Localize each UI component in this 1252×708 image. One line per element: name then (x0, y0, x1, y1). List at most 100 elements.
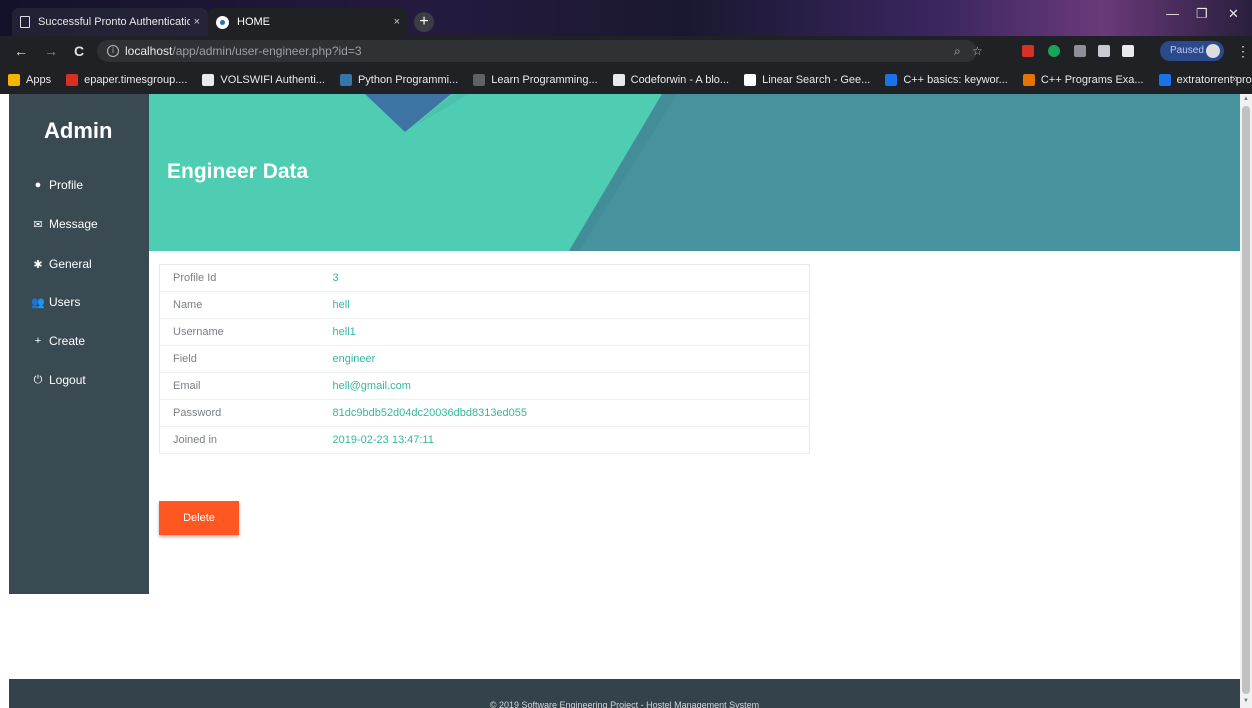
bookmark-favicon-icon (473, 74, 486, 86)
avatar-icon (1206, 44, 1220, 58)
zoom-icon[interactable]: ⌕ (954, 44, 961, 59)
bookmark-item[interactable]: Linear Search - Gee... (744, 74, 870, 86)
bookmark-item[interactable]: Learn Programming... (473, 74, 598, 86)
bookmark-label: Python Programmi... (357, 74, 459, 86)
back-button[interactable]: ← (14, 43, 28, 59)
scroll-down-icon[interactable]: ▼ (1242, 698, 1250, 704)
tab-title: HOME (237, 16, 270, 28)
table-row: Name hell (159, 291, 810, 319)
power-icon: ⏻ (33, 373, 43, 386)
bookmark-favicon-icon (744, 74, 757, 86)
profile-status: Paused (1170, 45, 1204, 56)
info-icon[interactable]: i (107, 45, 119, 57)
browser-tab-home[interactable]: HOME × (208, 8, 408, 36)
browser-tab-strip: Successful Pronto Authentication × HOME … (0, 0, 1252, 36)
page-title: Engineer Data (167, 160, 309, 183)
address-bar[interactable]: i localhost /app/admin/user-engineer.php… (97, 40, 977, 62)
gear-icon: ✱ (33, 258, 43, 271)
field-label: Profile Id (159, 264, 320, 292)
users-icon: 👥 (31, 296, 45, 309)
new-tab-button[interactable]: + (414, 12, 434, 32)
extension-icon[interactable] (1098, 45, 1110, 57)
extension-icon[interactable] (1074, 45, 1086, 57)
page-footer: © 2019 Software Engineering Project - Ho… (9, 679, 1240, 708)
field-label: Username (159, 318, 320, 346)
bookmark-star-icon[interactable]: ☆ (972, 44, 983, 58)
scroll-up-icon[interactable]: ▲ (1242, 96, 1250, 102)
bookmark-item[interactable]: VOLSWIFI Authenti... (202, 74, 325, 86)
extension-icon[interactable] (1122, 45, 1134, 57)
scrollbar-thumb[interactable] (1242, 106, 1250, 694)
field-value: hell (319, 291, 810, 319)
table-row: Username hell1 (159, 318, 810, 346)
close-window-button[interactable]: ✕ (1228, 6, 1239, 22)
sidebar-item-general[interactable]: ✱ General (31, 257, 92, 271)
bookmark-label: Linear Search - Gee... (762, 74, 871, 86)
bookmark-label: epaper.timesgroup.... (84, 74, 188, 86)
browser-tab-pronto[interactable]: Successful Pronto Authentication × (12, 8, 208, 36)
field-value: 81dc9bdb52d04dc20036dbd8313ed055 (319, 399, 810, 427)
bookmark-favicon-icon (202, 74, 215, 86)
forward-button[interactable]: → (44, 43, 58, 59)
sidebar-item-profile[interactable]: ● Profile (31, 178, 83, 192)
url-host: localhost (125, 44, 173, 58)
sidebar-item-label: Message (49, 217, 98, 231)
sidebar-item-label: General (49, 257, 92, 271)
field-label: Email (159, 372, 320, 400)
bookmark-label: C++ Programs Exa... (1040, 74, 1144, 86)
bookmark-item[interactable]: Apps (8, 74, 51, 86)
bookmark-item[interactable]: C++ basics: keywor... (885, 74, 1008, 86)
envelope-icon: ✉ (33, 218, 43, 231)
close-tab-icon[interactable]: × (194, 16, 200, 28)
field-label: Field (159, 345, 320, 373)
sidebar-item-label: Profile (49, 178, 84, 192)
bookmark-item[interactable]: Codeforwin - A blo... (612, 74, 730, 86)
bookmark-favicon-icon (339, 74, 352, 86)
browser-menu-icon[interactable]: ⋮ (1236, 43, 1250, 60)
bookmark-label: Apps (26, 74, 52, 86)
page-scrollbar[interactable]: ▲ ▼ (1240, 94, 1252, 708)
field-value: 2019-02-23 13:47:11 (319, 426, 810, 454)
bookmarks-bar: Apps epaper.timesgroup.... VOLSWIFI Authen… (0, 66, 1252, 94)
footer-copyright: © 2019 Software Engineering Project - Ho… (489, 700, 760, 708)
field-label: Password (159, 399, 320, 427)
pdf-extension-icon[interactable] (1022, 45, 1034, 57)
sidebar-item-logout[interactable]: ⏻ Logout (31, 373, 86, 387)
page-header-banner: Engineer Data (149, 94, 1240, 251)
bookmark-item[interactable]: C++ Programs Exa... (1022, 74, 1144, 86)
bookmarks-overflow-icon[interactable]: » (1232, 73, 1238, 85)
site-favicon-icon (216, 15, 229, 29)
grammarly-extension-icon[interactable] (1048, 45, 1060, 57)
bookmark-label: Codeforwin - A blo... (630, 74, 730, 86)
sidebar-item-users[interactable]: 👥 Users (31, 295, 80, 309)
bookmark-favicon-icon (1022, 74, 1035, 86)
admin-sidebar: Admin ● Profile ✉ Message ✱ General 👥 Us… (9, 94, 149, 594)
bookmark-label: extratorrent proxy -... (1176, 74, 1252, 86)
header-background-shapes (365, 94, 1240, 251)
field-value: engineer (319, 345, 810, 373)
minimize-button[interactable]: — (1166, 6, 1179, 21)
bookmark-item[interactable]: Python Programmi... (339, 74, 459, 86)
url-path: /app/admin/user-engineer.php?id=3 (172, 44, 362, 58)
restore-button[interactable]: ❐ (1196, 6, 1208, 22)
bookmark-label: Learn Programming... (491, 74, 598, 86)
document-icon (20, 16, 30, 28)
delete-button[interactable]: Delete (159, 501, 239, 535)
field-value: hell1 (319, 318, 810, 346)
sidebar-item-label: Users (49, 295, 81, 309)
field-label: Joined in (159, 426, 320, 454)
reload-button[interactable]: C (74, 43, 84, 59)
table-row: Field engineer (159, 345, 810, 373)
bookmark-item[interactable]: epaper.timesgroup.... (66, 74, 187, 86)
close-tab-icon[interactable]: × (394, 16, 400, 28)
field-value: hell@gmail.com (319, 372, 810, 400)
bookmark-label: C++ basics: keywor... (903, 74, 1008, 86)
sidebar-item-message[interactable]: ✉ Message (31, 217, 98, 231)
table-row: Profile Id 3 (159, 264, 810, 292)
bookmark-favicon-icon (885, 74, 898, 86)
bookmark-favicon-icon (66, 74, 79, 86)
sidebar-item-create[interactable]: + Create (31, 334, 85, 348)
table-row: Joined in 2019-02-23 13:47:11 (159, 426, 810, 454)
profile-button[interactable]: Paused (1160, 41, 1224, 61)
bookmark-favicon-icon (8, 74, 20, 86)
